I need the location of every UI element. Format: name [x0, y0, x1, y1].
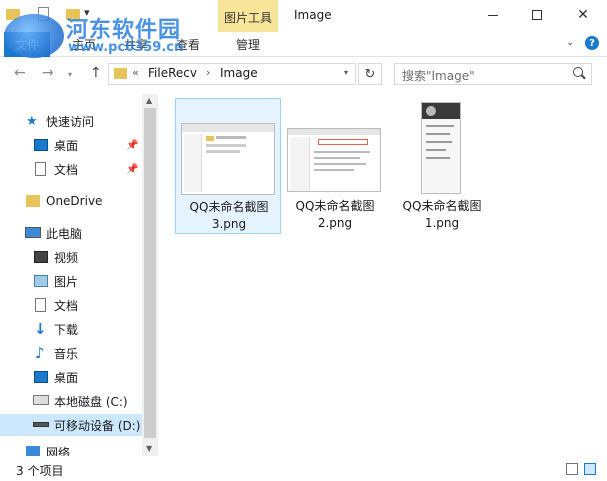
nav-network[interactable]: 网络 [0, 442, 142, 456]
computer-icon [25, 227, 41, 238]
image-thumbnail [287, 128, 381, 192]
back-arrow-icon[interactable]: ← [14, 65, 26, 81]
document-icon [35, 162, 46, 176]
address-dropdown-icon[interactable]: ▾ [344, 68, 348, 77]
status-bar [0, 458, 607, 481]
star-icon: ★ [26, 114, 38, 129]
tab-manage[interactable]: 管理 [236, 36, 260, 53]
desktop-icon [34, 371, 48, 383]
file-name: QQ未命名截图3.png [189, 200, 269, 231]
watermark-url: www.pc0359.cn [68, 40, 184, 55]
pin-icon[interactable]: 📌 [126, 164, 138, 175]
refresh-icon: ↻ [364, 66, 376, 82]
nav-removable-drive[interactable]: 可移动设备 (D:) [0, 414, 142, 436]
file-item[interactable]: QQ未命名截图2.png [282, 98, 388, 234]
nav-music[interactable]: ♪ 音乐 [0, 342, 142, 364]
nav-label: 视频 [54, 250, 79, 265]
scroll-down-icon[interactable]: ▼ [146, 444, 152, 453]
file-item[interactable]: QQ未命名截图3.png [175, 98, 281, 234]
file-item[interactable]: QQ未命名截图1.png [389, 98, 495, 234]
search-input[interactable]: 搜索"Image" [402, 67, 475, 84]
nav-this-pc[interactable]: 此电脑 [0, 222, 142, 244]
network-icon [26, 446, 40, 456]
nav-onedrive[interactable]: OneDrive [0, 190, 142, 212]
drive-icon [33, 395, 49, 405]
nav-label: 下载 [54, 322, 79, 337]
file-name: QQ未命名截图2.png [295, 199, 375, 230]
breadcrumb-filerecv[interactable]: FileRecv [148, 66, 197, 80]
nav-label: 此电脑 [46, 226, 83, 241]
nav-pictures[interactable]: 图片 [0, 270, 142, 292]
nav-desktop[interactable]: 桌面 📌 [0, 134, 142, 156]
desktop-icon [34, 139, 48, 151]
picture-tools-label: 图片工具 [224, 11, 273, 25]
pin-icon[interactable]: 📌 [126, 140, 138, 151]
nav-label: 图片 [54, 274, 79, 289]
picture-icon [34, 275, 48, 287]
scrollbar-thumb[interactable] [144, 108, 156, 438]
breadcrumb-image[interactable]: Image [220, 66, 258, 80]
download-icon: ↓ [34, 320, 47, 338]
details-view-icon[interactable] [566, 463, 578, 475]
nav-documents-pc[interactable]: 文档 [0, 294, 142, 316]
nav-label: 可移动设备 (D:) [54, 418, 141, 433]
nav-label: 桌面 [54, 370, 79, 385]
item-count: 3 个项目 [16, 464, 64, 478]
nav-videos[interactable]: 视频 [0, 246, 142, 268]
document-icon [35, 298, 46, 312]
watermark-logo [4, 14, 64, 58]
help-icon[interactable]: ? [585, 36, 599, 50]
nav-desktop-pc[interactable]: 桌面 [0, 366, 142, 388]
minimize-icon [488, 14, 498, 16]
nav-local-disk[interactable]: 本地磁盘 (C:) [0, 390, 142, 412]
file-name: QQ未命名截图1.png [402, 199, 482, 230]
music-icon: ♪ [35, 344, 45, 362]
nav-label: 文档 [54, 298, 79, 313]
nav-label: 文档 [54, 162, 79, 177]
breadcrumb-separator[interactable]: › [206, 66, 210, 79]
removable-drive-icon [33, 422, 49, 427]
nav-quick-access[interactable]: ★ 快速访问 [0, 110, 142, 132]
minimize-button[interactable] [478, 4, 508, 26]
close-button[interactable]: ✕ [568, 4, 598, 26]
nav-documents[interactable]: 文档 📌 [0, 158, 142, 180]
video-icon [34, 251, 48, 263]
nav-label: OneDrive [46, 194, 103, 208]
recent-locations-icon[interactable]: ▾ [68, 70, 72, 79]
up-arrow-icon[interactable]: ↑ [90, 65, 102, 81]
nav-label: 音乐 [54, 346, 79, 361]
forward-arrow-icon[interactable]: → [42, 65, 54, 81]
scroll-up-icon[interactable]: ▲ [146, 96, 152, 105]
nav-downloads[interactable]: ↓ 下载 [0, 318, 142, 340]
search-icon[interactable] [573, 67, 583, 77]
nav-label: 本地磁盘 (C:) [54, 394, 128, 409]
maximize-button[interactable] [522, 4, 552, 26]
image-thumbnail [421, 102, 461, 194]
nav-label: 网络 [46, 446, 71, 456]
nav-label: 桌面 [54, 138, 79, 153]
window-title: Image [294, 8, 332, 22]
refresh-button[interactable]: ↻ [358, 63, 382, 85]
folder-icon [26, 195, 40, 207]
folder-icon [114, 68, 127, 79]
path-overflow[interactable]: « [132, 66, 139, 79]
nav-label: 快速访问 [46, 114, 95, 129]
large-icons-view-icon[interactable] [584, 463, 596, 475]
maximize-icon [532, 10, 542, 20]
expand-ribbon-icon[interactable]: ⌄ [566, 37, 574, 48]
image-thumbnail [181, 123, 275, 195]
close-icon: ✕ [577, 7, 589, 23]
